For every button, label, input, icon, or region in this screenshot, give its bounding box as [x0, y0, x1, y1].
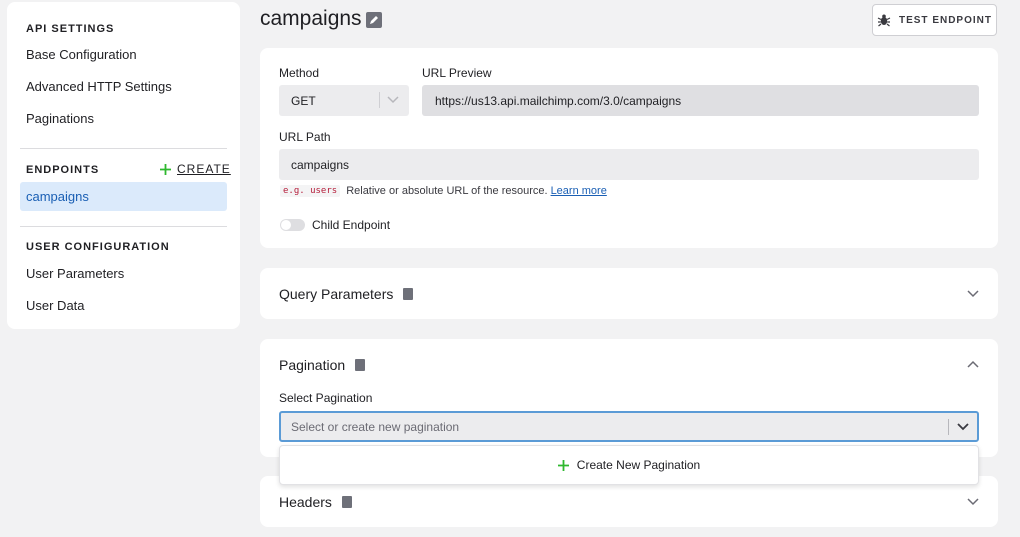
bug-icon	[877, 14, 891, 27]
pagination-select-placeholder: Select or create new pagination	[291, 419, 460, 434]
query-parameters-title: Query Parameters	[279, 286, 394, 302]
book-icon[interactable]	[355, 359, 366, 371]
pagination-select[interactable]: Select or create new pagination	[279, 411, 979, 442]
pagination-card: Pagination Select Pagination Select or c…	[260, 339, 998, 457]
select-separator	[948, 419, 949, 435]
book-icon[interactable]	[403, 288, 414, 300]
learn-more-link[interactable]: Learn more	[551, 185, 607, 197]
chevron-down-icon	[387, 96, 399, 104]
endpoint-card: Method GET URL Preview https://us13.api.…	[260, 48, 998, 248]
hint-text: Relative or absolute URL of the resource…	[346, 185, 548, 197]
toggle-knob	[281, 220, 291, 230]
hint-code: e.g. users	[280, 185, 341, 197]
create-endpoint-button[interactable]: CREATE	[160, 162, 231, 176]
pagination-title: Pagination	[279, 357, 346, 373]
create-new-pagination-label: Create New Pagination	[576, 458, 701, 472]
book-icon[interactable]	[341, 496, 352, 508]
query-parameters-card[interactable]: Query Parameters	[260, 268, 998, 319]
sidebar-item-campaigns[interactable]: campaigns	[20, 182, 227, 211]
divider	[20, 226, 227, 227]
sidebar-item-advanced-http-settings[interactable]: Advanced HTTP Settings	[20, 72, 227, 101]
pagination-header: Pagination	[279, 357, 366, 373]
select-separator	[379, 92, 380, 108]
sidebar-item-user-data[interactable]: User Data	[20, 291, 227, 320]
plus-icon	[557, 459, 569, 471]
method-select[interactable]: GET	[279, 85, 409, 116]
select-pagination-label: Select Pagination	[279, 391, 373, 405]
url-path-label: URL Path	[279, 130, 331, 144]
create-new-pagination-option[interactable]: Create New Pagination	[557, 458, 701, 472]
child-endpoint-label: Child Endpoint	[312, 218, 391, 232]
pagination-dropdown-menu: Create New Pagination	[279, 445, 979, 485]
chevron-down-icon[interactable]	[967, 498, 979, 506]
headers-title: Headers	[279, 494, 332, 510]
edit-icon[interactable]	[366, 12, 382, 28]
sidebar-item-base-configuration[interactable]: Base Configuration	[20, 40, 227, 69]
page-title: campaigns	[260, 7, 362, 30]
chevron-down-icon[interactable]	[967, 290, 979, 298]
test-endpoint-button[interactable]: TEST ENDPOINT	[872, 4, 997, 36]
api-settings-heading: API SETTINGS	[26, 23, 115, 35]
sidebar-item-paginations[interactable]: Paginations	[20, 104, 227, 133]
url-preview-field: https://us13.api.mailchimp.com/3.0/campa…	[422, 85, 979, 116]
method-label: Method	[279, 66, 320, 80]
url-path-input[interactable]: campaigns	[279, 149, 979, 180]
chevron-down-icon[interactable]	[957, 423, 969, 431]
user-configuration-heading: USER CONFIGURATION	[26, 241, 170, 253]
endpoints-heading: ENDPOINTS	[26, 164, 100, 176]
plus-icon	[160, 163, 171, 175]
url-path-hint: e.g. users Relative or absolute URL of t…	[280, 185, 607, 197]
query-parameters-header: Query Parameters	[279, 286, 414, 302]
url-preview-label: URL Preview	[422, 66, 492, 80]
divider	[20, 148, 227, 149]
sidebar-item-user-parameters[interactable]: User Parameters	[20, 259, 227, 288]
child-endpoint-toggle[interactable]	[280, 219, 305, 231]
chevron-up-icon[interactable]	[967, 360, 979, 368]
test-endpoint-label: TEST ENDPOINT	[898, 14, 992, 26]
method-value: GET	[291, 93, 316, 108]
create-label: CREATE	[177, 162, 231, 176]
sidebar: API SETTINGS Base Configuration Advanced…	[7, 2, 240, 329]
headers-header: Headers	[279, 494, 352, 510]
